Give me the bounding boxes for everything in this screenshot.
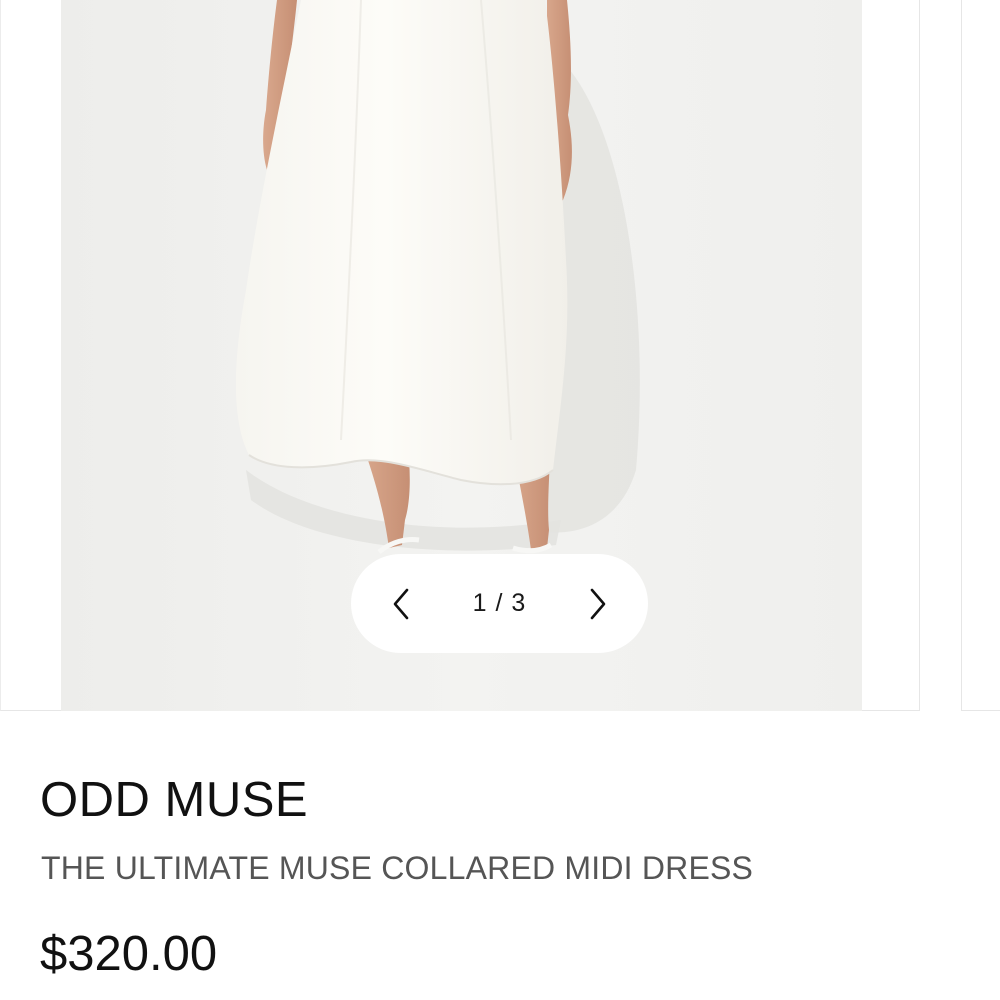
product-page: 1 / 3 ODD MUSE THE ULTIMATE MUSE COLLARE… [0,0,1000,1000]
chevron-left-icon [393,588,409,619]
chevron-right-icon [590,588,606,619]
next-image-button[interactable] [584,584,612,624]
brand-name[interactable]: ODD MUSE [40,776,308,825]
next-product-card[interactable] [961,0,1000,711]
prev-image-button[interactable] [387,584,415,624]
carousel-controls: 1 / 3 [351,554,648,653]
image-counter: 1 / 3 [472,589,527,617]
product-price: $320.00 [40,927,218,981]
product-title[interactable]: THE ULTIMATE MUSE COLLARED MIDI DRESS [41,852,753,884]
